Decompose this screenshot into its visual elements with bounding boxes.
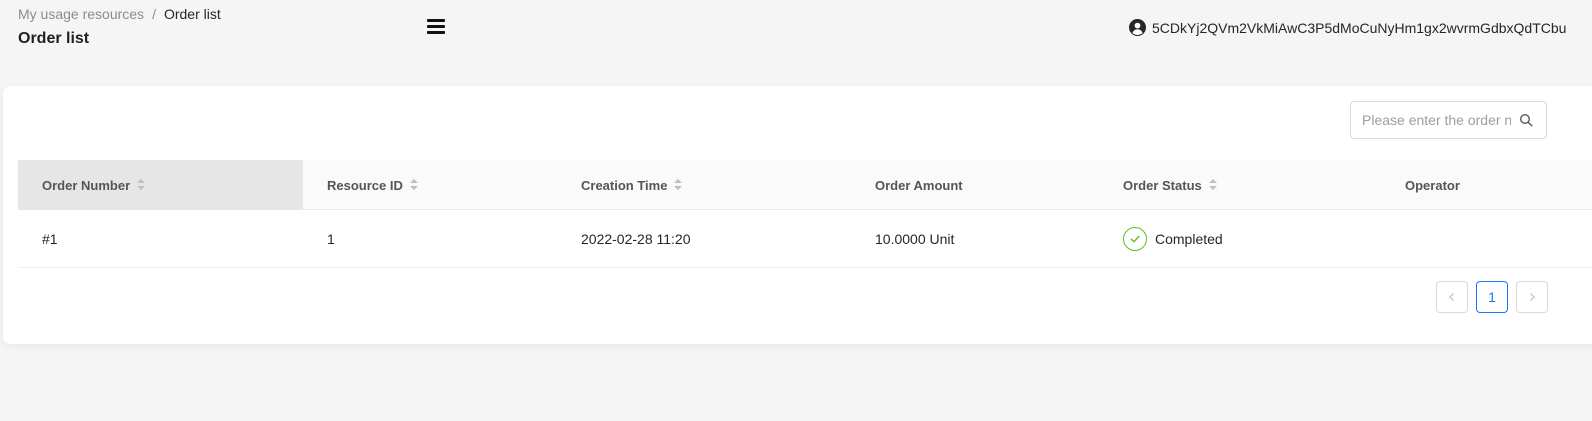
check-circle-icon: [1123, 227, 1147, 251]
cell-order-number: #1: [42, 231, 58, 247]
menu-toggle-button[interactable]: [426, 17, 446, 37]
chevron-right-icon: [1530, 293, 1535, 301]
page-button-1[interactable]: 1: [1476, 281, 1508, 313]
cell-creation-time: 2022-02-28 11:20: [581, 231, 691, 247]
status-label: Completed: [1155, 231, 1223, 247]
cell-order-amount: 10.0000 Unit: [875, 231, 955, 247]
next-page-button[interactable]: [1516, 281, 1548, 313]
table-header: Order Number Resource ID Creation Time O…: [18, 160, 1592, 210]
chevron-left-icon: [1449, 293, 1454, 301]
column-header-order-amount: Order Amount: [875, 177, 963, 193]
pagination: 1: [1436, 281, 1548, 313]
column-header-order-number[interactable]: Order Number: [18, 160, 303, 210]
breadcrumb-item-my-usage-resources[interactable]: My usage resources: [18, 6, 144, 22]
cell-resource-id: 1: [327, 231, 335, 247]
account-address: 5CDkYj2QVm2VkMiAwC3P5dMoCuNyHm1gx2wvrmGd…: [1152, 19, 1567, 36]
page-header: My usage resources / Order list Order list…: [0, 0, 1592, 86]
orders-table: Order Number Resource ID Creation Time O…: [18, 160, 1592, 268]
sort-icon[interactable]: [1208, 179, 1217, 191]
page-title: Order list: [18, 30, 90, 47]
order-search-input[interactable]: [1351, 103, 1511, 137]
sort-icon[interactable]: [137, 179, 146, 191]
sort-icon[interactable]: [409, 179, 418, 191]
column-header-order-status[interactable]: Order Status: [1123, 160, 1217, 210]
breadcrumb: My usage resources / Order list: [18, 6, 221, 22]
sort-icon[interactable]: [674, 179, 683, 191]
search-icon[interactable]: [1519, 113, 1533, 127]
user-circle-icon: [1129, 19, 1146, 36]
table-body: #1 1 2022-02-28 11:20 10.0000 Unit Compl…: [18, 210, 1592, 268]
previous-page-button[interactable]: [1436, 281, 1468, 313]
column-header-resource-id[interactable]: Resource ID: [327, 160, 418, 210]
breadcrumb-separator: /: [152, 6, 156, 22]
column-header-creation-time[interactable]: Creation Time: [581, 160, 683, 210]
table-row: #1 1 2022-02-28 11:20 10.0000 Unit Compl…: [18, 210, 1592, 268]
column-header-operator: Operator: [1405, 177, 1460, 193]
cell-order-status: Completed: [1123, 210, 1223, 268]
order-search-box: [1350, 101, 1547, 139]
account-menu[interactable]: 5CDkYj2QVm2VkMiAwC3P5dMoCuNyHm1gx2wvrmGd…: [1129, 19, 1566, 36]
hamburger-icon: [427, 19, 445, 22]
order-list-card: Order Number Resource ID Creation Time O…: [3, 86, 1592, 344]
breadcrumb-item-order-list: Order list: [163, 6, 221, 22]
